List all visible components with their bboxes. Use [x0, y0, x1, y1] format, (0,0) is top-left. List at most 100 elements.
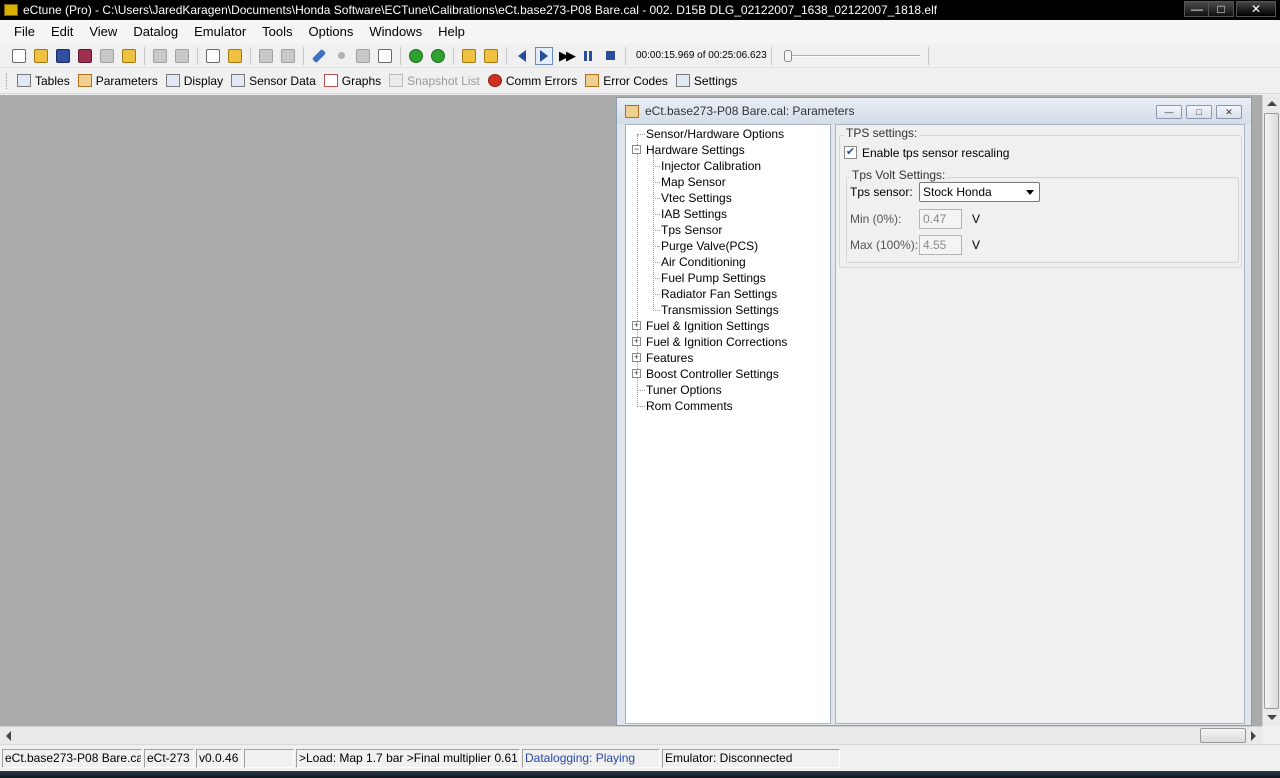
error-codes-button[interactable]: Error Codes — [581, 74, 672, 88]
pause-button[interactable] — [579, 47, 597, 65]
status-file: eCt.base273-P08 Bare.cal — [2, 749, 142, 768]
snapshot-list-button[interactable]: Snapshot List — [385, 74, 484, 88]
toolbar-grip[interactable] — [6, 72, 9, 89]
tps-settings-title: TPS settings: — [844, 126, 920, 140]
save-button[interactable] — [54, 47, 72, 65]
slider-thumb[interactable] — [783, 49, 792, 62]
open-file-button[interactable] — [32, 47, 50, 65]
menu-options[interactable]: Options — [301, 21, 362, 43]
save-log-button[interactable] — [354, 47, 372, 65]
undo-button[interactable] — [257, 47, 275, 65]
comm-errors-button[interactable]: Comm Errors — [484, 74, 581, 88]
toolbar-separator — [400, 46, 401, 65]
horizontal-scrollbar[interactable] — [0, 726, 1262, 744]
fast-forward-icon: ▶▶ — [559, 47, 576, 63]
taskbar — [0, 771, 1280, 778]
copy-button[interactable] — [204, 47, 222, 65]
tree-connector — [653, 182, 660, 183]
tree-item-hardware-settings[interactable]: Hardware Settings — [646, 142, 745, 158]
tps-sensor-select[interactable]: Stock Honda — [919, 182, 1040, 202]
tree-connector — [653, 262, 660, 263]
child-minimize-button[interactable]: — — [1156, 105, 1182, 119]
step-back-button[interactable] — [513, 47, 531, 65]
compare-button[interactable] — [98, 47, 116, 65]
tps-max-input[interactable]: 4.55 — [919, 235, 962, 255]
record-button[interactable] — [332, 47, 350, 65]
vertical-scrollbar[interactable] — [1262, 95, 1280, 726]
new-file-button[interactable] — [10, 47, 28, 65]
menu-view[interactable]: View — [81, 21, 125, 43]
tree-item-fuel-ignition-corrections[interactable]: Fuel & Ignition Corrections — [646, 334, 787, 350]
tree-item-boost-controller[interactable]: Boost Controller Settings — [646, 366, 779, 382]
sensor-data-button[interactable]: Sensor Data — [227, 74, 320, 88]
minimize-button[interactable]: — — [1184, 1, 1210, 17]
tree-connector — [653, 294, 660, 295]
redo-button[interactable] — [279, 47, 297, 65]
tree-item-features[interactable]: Features — [646, 350, 693, 366]
paste-button[interactable] — [226, 47, 244, 65]
tree-item-fuel-pump-settings[interactable]: Fuel Pump Settings — [661, 270, 766, 286]
tree-item-map-sensor[interactable]: Map Sensor — [661, 174, 726, 190]
tables-button[interactable]: Tables — [13, 74, 74, 88]
playback-slider[interactable] — [783, 47, 924, 65]
menu-windows[interactable]: Windows — [361, 21, 430, 43]
tree-expand-icon[interactable]: + — [632, 337, 641, 346]
chip-read-button[interactable] — [151, 47, 169, 65]
parameters-button[interactable]: Parameters — [74, 74, 162, 88]
tree-item-rom-comments[interactable]: Rom Comments — [646, 398, 733, 414]
menu-edit[interactable]: Edit — [43, 21, 81, 43]
graphs-button[interactable]: Graphs — [320, 74, 385, 88]
tree-item-purge-valve[interactable]: Purge Valve(PCS) — [661, 238, 758, 254]
open-log-button[interactable] — [460, 47, 478, 65]
close-button[interactable]: ✕ — [1236, 1, 1276, 17]
connect-button[interactable] — [407, 47, 425, 65]
tree-item-iab-settings[interactable]: IAB Settings — [661, 206, 727, 222]
menu-tools[interactable]: Tools — [254, 21, 300, 43]
horizontal-scroll-thumb[interactable] — [1200, 728, 1246, 743]
menu-datalog[interactable]: Datalog — [125, 21, 186, 43]
tree-item-transmission-settings[interactable]: Transmission Settings — [661, 302, 779, 318]
fast-forward-button[interactable]: ▶▶ — [557, 47, 576, 65]
child-maximize-button[interactable]: □ — [1186, 105, 1212, 119]
scroll-right-icon[interactable] — [1251, 731, 1256, 741]
error-codes-label: Error Codes — [603, 73, 668, 88]
tree-expand-icon[interactable]: + — [632, 353, 641, 362]
tree-item-injector-calibration[interactable]: Injector Calibration — [661, 158, 761, 174]
scroll-left-icon[interactable] — [6, 731, 11, 741]
menu-help[interactable]: Help — [430, 21, 473, 43]
child-close-button[interactable]: ✕ — [1216, 105, 1242, 119]
tree-item-radiator-fan-settings[interactable]: Radiator Fan Settings — [661, 286, 777, 302]
tree-expand-icon[interactable]: + — [632, 321, 641, 330]
chip-write-button[interactable] — [173, 47, 191, 65]
display-button[interactable]: Display — [162, 74, 227, 88]
scroll-down-icon[interactable] — [1267, 715, 1277, 720]
menu-file[interactable]: File — [6, 21, 43, 43]
scroll-up-icon[interactable] — [1267, 101, 1277, 106]
close-log-button[interactable] — [482, 47, 500, 65]
menu-emulator[interactable]: Emulator — [186, 21, 254, 43]
datalog-pen-button[interactable] — [310, 47, 328, 65]
gear-icon — [675, 74, 690, 87]
tree-item-tps-sensor[interactable]: Tps Sensor — [661, 222, 722, 238]
tree-collapse-icon[interactable]: − — [632, 145, 641, 154]
log-settings-button[interactable] — [376, 47, 394, 65]
close-file-button[interactable] — [120, 47, 138, 65]
save-all-button[interactable] — [76, 47, 94, 65]
tree-item-vtec-settings[interactable]: Vtec Settings — [661, 190, 732, 206]
vertical-scroll-thumb[interactable] — [1264, 113, 1279, 709]
refresh-button[interactable] — [429, 47, 447, 65]
tree-item-air-conditioning[interactable]: Air Conditioning — [661, 254, 746, 270]
tree-item-fuel-ignition-settings[interactable]: Fuel & Ignition Settings — [646, 318, 769, 334]
parameters-window-titlebar[interactable]: eCt.base273-P08 Bare.cal: Parameters — □… — [617, 98, 1251, 124]
error-icon — [487, 74, 502, 87]
stop-button[interactable] — [601, 47, 619, 65]
play-button[interactable] — [535, 46, 553, 65]
maximize-button[interactable]: □ — [1208, 1, 1234, 17]
tree-item-sensor-hardware[interactable]: Sensor/Hardware Options — [646, 126, 784, 142]
log-settings-icon — [378, 48, 392, 63]
tree-item-tuner-options[interactable]: Tuner Options — [646, 382, 722, 398]
settings-button[interactable]: Settings — [672, 74, 741, 88]
enable-tps-rescaling-checkbox[interactable]: ✔ — [844, 146, 857, 159]
tree-expand-icon[interactable]: + — [632, 369, 641, 378]
tps-min-input[interactable]: 0.47 — [919, 209, 962, 229]
